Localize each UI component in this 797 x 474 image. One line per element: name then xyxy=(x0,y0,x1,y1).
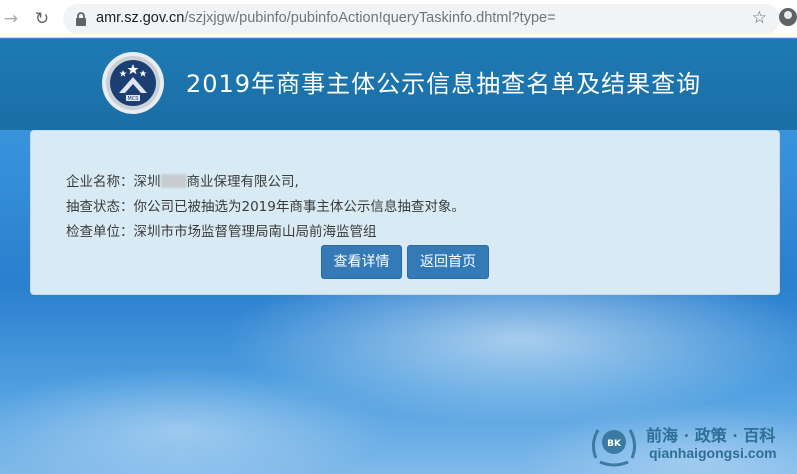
url-text[interactable]: amr.sz.gov.cn/szjxjgw/pubinfo/pubinfoAct… xyxy=(96,10,556,26)
page-title: 2019年商事主体公示信息抽查名单及结果查询 xyxy=(186,70,702,98)
emblem-logo-icon: MCS xyxy=(102,52,164,114)
url-path: /szjxjgw/pubinfo/pubinfoAction!queryTask… xyxy=(184,10,556,26)
emblem-text: MCS xyxy=(128,96,139,102)
inspection-status-label: 抽查状态： xyxy=(66,199,134,215)
url-host: amr.sz.gov.cn xyxy=(96,10,185,26)
bookmark-star-icon[interactable]: ☆ xyxy=(752,8,767,28)
company-name-suffix: 商业保理有限公司, xyxy=(186,174,299,190)
inspection-unit-label: 检查单位： xyxy=(66,224,134,240)
back-arrow-icon[interactable]: → xyxy=(0,8,22,30)
view-details-button[interactable]: 查看详情 xyxy=(321,245,402,279)
watermark-title: 前海 · 政策 · 百科 xyxy=(646,426,776,445)
watermark: BK 前海 · 政策 · 百科 qianhaigongsi.com xyxy=(586,416,797,474)
browser-toolbar: → ↻ amr.sz.gov.cn/szjxjgw/pubinfo/pubinf… xyxy=(0,0,797,38)
query-result-panel: 企业名称：深圳 商业保理有限公司, 抽查状态：你公司已被抽选为2019年商事主体公… xyxy=(30,130,780,295)
company-name-label: 企业名称： xyxy=(66,174,134,190)
profile-avatar-icon[interactable] xyxy=(779,8,797,26)
company-name-prefix: 深圳 xyxy=(133,174,161,190)
site-header: MCS 2019年商事主体公示信息抽查名单及结果查询 xyxy=(0,39,797,130)
watermark-domain: qianhaigongsi.com xyxy=(649,445,777,461)
reload-icon[interactable]: ↻ xyxy=(31,8,53,30)
address-bar[interactable]: amr.sz.gov.cn/szjxjgw/pubinfo/pubinfoAct… xyxy=(63,4,780,34)
watermark-logo-icon: BK xyxy=(591,429,637,467)
back-to-home-button[interactable]: 返回首页 xyxy=(407,245,489,279)
company-name-row: 企业名称：深圳 商业保理有限公司, xyxy=(66,170,299,190)
inspection-unit-row: 检查单位：深圳市市场监督管理局南山局前海监管组 xyxy=(66,220,377,240)
redacted-text xyxy=(160,174,187,188)
inspection-status-row: 抽查状态：你公司已被抽选为2019年商事主体公示信息抽查对象。 xyxy=(66,195,465,215)
lock-icon[interactable] xyxy=(73,11,89,27)
watermark-logo-text: BK xyxy=(607,439,622,449)
inspection-unit-value: 深圳市市场监督管理局南山局前海监管组 xyxy=(133,224,377,240)
inspection-status-value: 你公司已被抽选为2019年商事主体公示信息抽查对象。 xyxy=(133,199,465,215)
